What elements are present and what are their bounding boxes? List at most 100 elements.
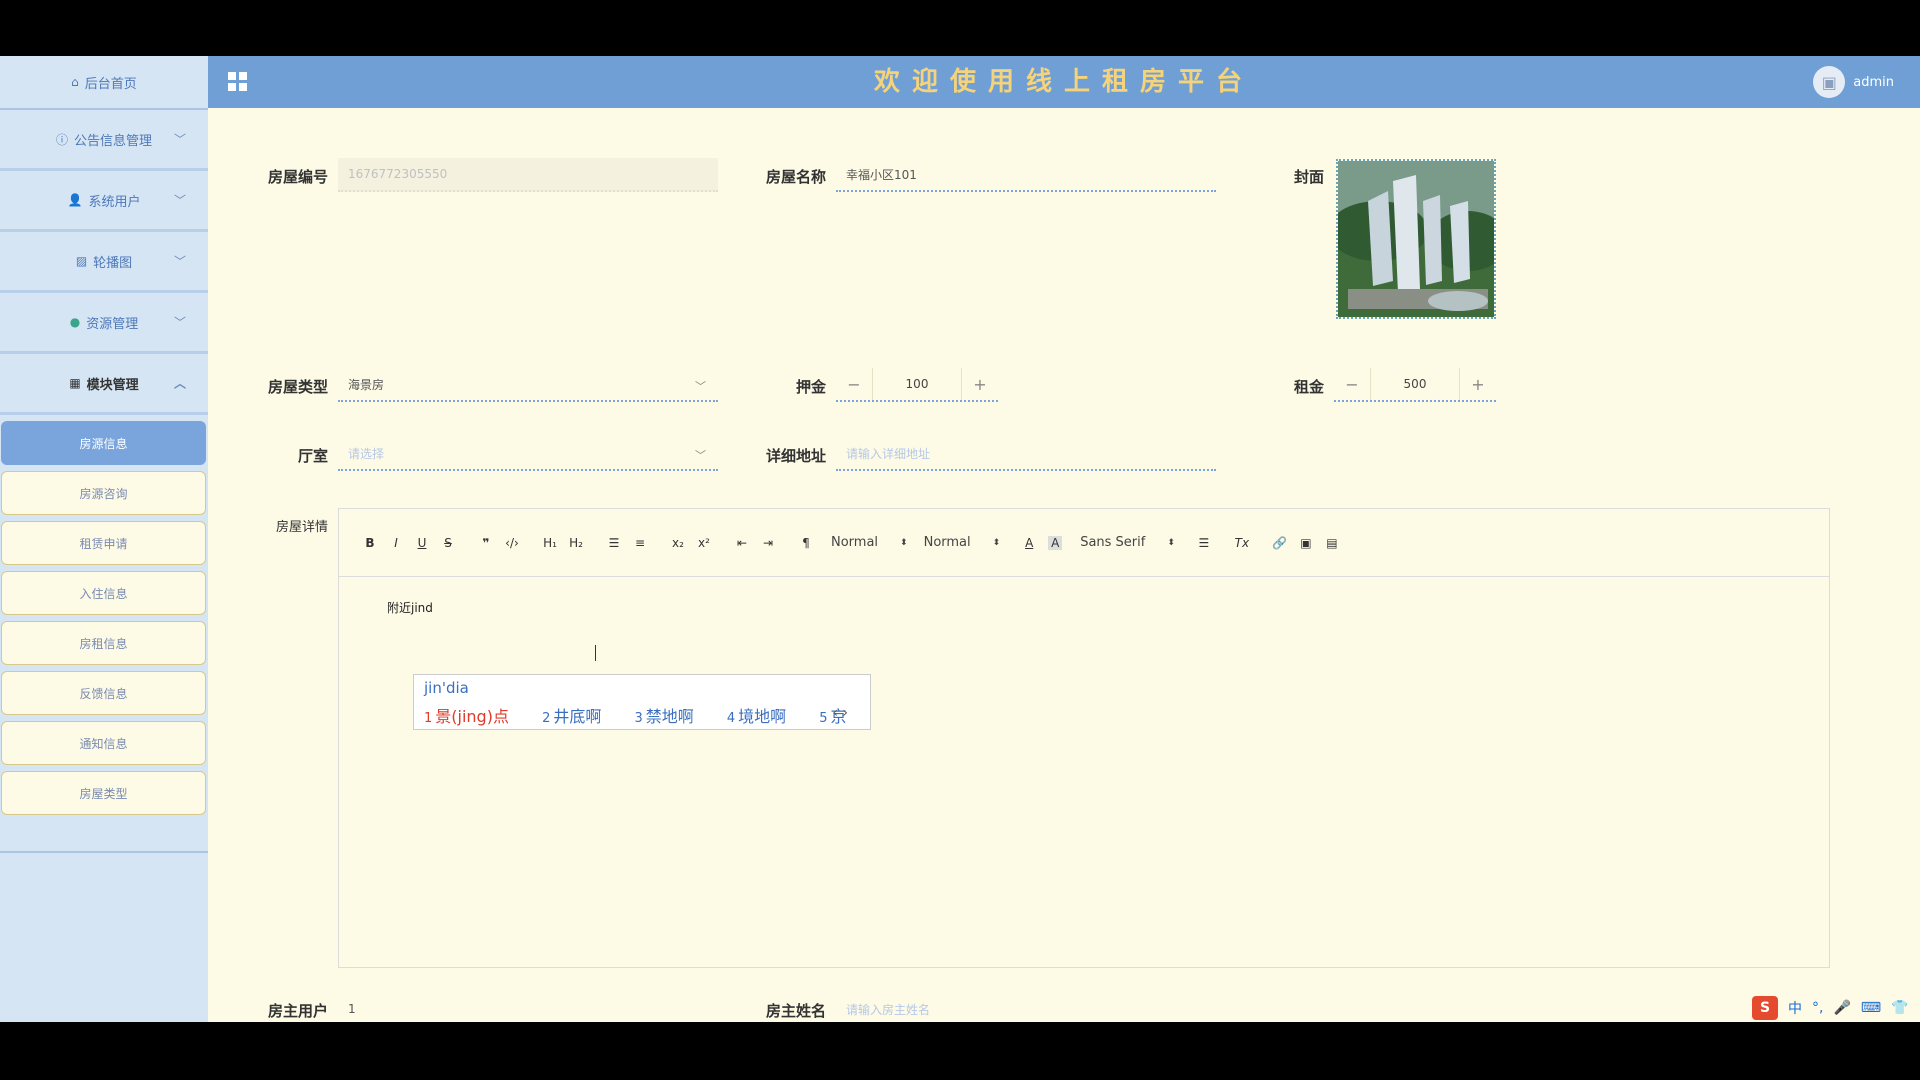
- rent-decrement-button[interactable]: −: [1334, 368, 1370, 400]
- sidebar-sub-checkin[interactable]: 入住信息: [1, 571, 206, 615]
- chevron-up-icon: ︿: [173, 376, 186, 391]
- label-details: 房屋详情: [275, 520, 328, 535]
- deposit-stepper[interactable]: − 100 +: [836, 368, 998, 402]
- text-direction-icon[interactable]: ¶: [793, 531, 819, 555]
- hall-room-select[interactable]: 请选择 ﹀: [338, 437, 718, 471]
- deposit-increment-button[interactable]: +: [962, 368, 998, 400]
- app-screen: 欢迎使用线上租房平台 ▣ admin ⌂ 后台首页 ⓘ 公告信息管理 ﹀ 👤 系…: [0, 56, 1920, 1022]
- updown-icon: ⬍: [992, 537, 1001, 548]
- ime-candidate[interactable]: 3 禁地啊: [634, 707, 707, 726]
- sidebar-divider: [0, 851, 208, 853]
- sidebar-sub-house-info[interactable]: 房源信息: [1, 421, 206, 465]
- house-type-select[interactable]: 海景房 ﹀: [338, 368, 718, 402]
- image-insert-icon[interactable]: ▣: [1293, 531, 1319, 555]
- editor-content[interactable]: 附近jind: [387, 599, 433, 616]
- align-icon[interactable]: ☰: [1191, 531, 1217, 555]
- sidebar-sub-feedback[interactable]: 反馈信息: [1, 671, 206, 715]
- background-color-icon[interactable]: A: [1048, 535, 1063, 550]
- ime-composition: jin'dia: [424, 679, 469, 697]
- font-select[interactable]: Sans Serif ⬍: [1080, 535, 1175, 550]
- label-house-type: 房屋类型: [267, 378, 328, 396]
- ime-candidate[interactable]: 1 景(jing)点: [424, 707, 523, 726]
- header2-icon[interactable]: H₂: [563, 531, 589, 555]
- sidebar-menu-modules[interactable]: ▦ 模块管理 ︿: [0, 354, 208, 415]
- bullet-list-icon[interactable]: ≡: [627, 531, 653, 555]
- label-landlord-name: 房主姓名: [765, 1002, 826, 1020]
- sidebar-item-label: 后台首页: [84, 76, 137, 92]
- font-select-value: Sans Serif: [1080, 535, 1146, 550]
- video-insert-icon[interactable]: ▤: [1319, 531, 1345, 555]
- address-input[interactable]: 请输入详细地址: [836, 437, 1216, 471]
- ime-lang-indicator[interactable]: 中: [1788, 998, 1802, 1018]
- rent-value[interactable]: 500: [1370, 368, 1460, 400]
- subscript-icon[interactable]: x₂: [665, 531, 691, 555]
- blockquote-icon[interactable]: ❞: [473, 531, 499, 555]
- deposit-decrement-button[interactable]: −: [836, 368, 872, 400]
- header-select[interactable]: Normal ⬍: [831, 535, 908, 550]
- strike-icon[interactable]: S: [435, 531, 461, 555]
- punctuation-icon[interactable]: °,: [1812, 1000, 1823, 1016]
- ime-candidate-list: 1 景(jing)点 2 井底啊 3 禁地啊 4 境地啊 5京: [424, 703, 875, 727]
- ordered-list-icon[interactable]: ☰: [601, 531, 627, 555]
- outdent-icon[interactable]: ⇤: [729, 531, 755, 555]
- rent-increment-button[interactable]: +: [1460, 368, 1496, 400]
- header1-icon[interactable]: H₁: [537, 531, 563, 555]
- sidebar-item-label: 模块管理: [86, 377, 139, 393]
- updown-icon: ⬍: [1167, 537, 1175, 548]
- sidebar-sub-notice[interactable]: 通知信息: [1, 721, 206, 765]
- sidebar-menu-notice[interactable]: ⓘ 公告信息管理 ﹀: [0, 110, 208, 171]
- sogou-logo-icon[interactable]: S: [1752, 996, 1778, 1020]
- landlord-name-input[interactable]: 请输入房主姓名: [836, 992, 1216, 1022]
- building-image: [1338, 161, 1494, 317]
- home-icon: ⌂: [71, 75, 79, 89]
- header-select-value: Normal: [831, 535, 879, 550]
- ime-candidate[interactable]: 4 境地啊: [727, 707, 800, 726]
- sidebar-item-label: 公告信息管理: [74, 133, 153, 149]
- bold-icon[interactable]: B: [357, 531, 383, 555]
- location-pin-icon: ●: [69, 315, 81, 329]
- size-select[interactable]: Normal ⬍: [924, 535, 1001, 550]
- house-name-field[interactable]: 幸福小区101: [836, 158, 1216, 192]
- keyboard-icon[interactable]: ⌨: [1861, 1000, 1881, 1016]
- link-icon[interactable]: 🔗: [1267, 531, 1293, 555]
- label-cover: 封面: [1293, 168, 1324, 186]
- label-deposit: 押金: [795, 378, 826, 396]
- label-rent: 租金: [1293, 378, 1324, 396]
- page-title: 欢迎使用线上租房平台: [873, 67, 1254, 97]
- user-menu[interactable]: ▣ admin: [1813, 66, 1894, 98]
- ime-status-bar: S 中 °, 🎤 ⌨ 👕: [1752, 993, 1919, 1023]
- editor-toolbar: B I U S ❞ ‹/› H₁ H₂ ☰ ≡ x₂ x² ⇤ ⇥ ¶ Norm…: [339, 509, 1829, 577]
- sidebar-sub-lease-apply[interactable]: 租赁申请: [1, 521, 206, 565]
- ime-candidate-window: jin'dia 1 景(jing)点 2 井底啊 3 禁地啊 4 境地啊 5京 ‹ ›: [413, 674, 871, 730]
- ime-candidate[interactable]: 2 井底啊: [542, 707, 615, 726]
- sidebar-menu-resources[interactable]: ● 资源管理 ﹀: [0, 293, 208, 354]
- code-icon[interactable]: ‹/›: [499, 531, 525, 555]
- chevron-down-icon: ﹀: [695, 449, 706, 462]
- ime-page-nav[interactable]: ‹ ›: [832, 705, 848, 721]
- indent-icon[interactable]: ⇥: [755, 531, 781, 555]
- label-address: 详细地址: [765, 447, 826, 465]
- sidebar-menu-carousel[interactable]: ▨ 轮播图 ﹀: [0, 232, 208, 293]
- clear-format-icon[interactable]: Tx: [1229, 531, 1255, 555]
- sidebar: ⌂ 后台首页 ⓘ 公告信息管理 ﹀ 👤 系统用户 ﹀ ▨ 轮播图 ﹀ ● 资源管…: [0, 56, 208, 1022]
- underline-icon[interactable]: U: [409, 531, 435, 555]
- italic-icon[interactable]: I: [383, 531, 409, 555]
- top-header: 欢迎使用线上租房平台 ▣ admin: [208, 56, 1920, 108]
- sidebar-sub-rent-info[interactable]: 房租信息: [1, 621, 206, 665]
- landlord-user-field[interactable]: 1: [338, 992, 718, 1022]
- rich-text-editor: B I U S ❞ ‹/› H₁ H₂ ☰ ≡ x₂ x² ⇤ ⇥ ¶ Norm…: [338, 508, 1830, 968]
- font-color-icon[interactable]: A: [1016, 531, 1042, 555]
- label-house-name: 房屋名称: [765, 168, 826, 186]
- hall-room-placeholder: 请选择: [348, 446, 385, 461]
- sidebar-sub-house-consult[interactable]: 房源咨询: [1, 471, 206, 515]
- grid-icon: ▦: [69, 376, 81, 390]
- superscript-icon[interactable]: x²: [691, 531, 717, 555]
- skin-icon[interactable]: 👕: [1891, 1000, 1908, 1016]
- sidebar-sub-house-type[interactable]: 房屋类型: [1, 771, 206, 815]
- cover-image[interactable]: [1336, 159, 1496, 319]
- sidebar-item-home[interactable]: ⌂ 后台首页: [0, 56, 208, 110]
- rent-stepper[interactable]: − 500 +: [1334, 368, 1496, 402]
- deposit-value[interactable]: 100: [872, 368, 962, 400]
- microphone-icon[interactable]: 🎤: [1833, 1000, 1850, 1016]
- sidebar-menu-users[interactable]: 👤 系统用户 ﹀: [0, 171, 208, 232]
